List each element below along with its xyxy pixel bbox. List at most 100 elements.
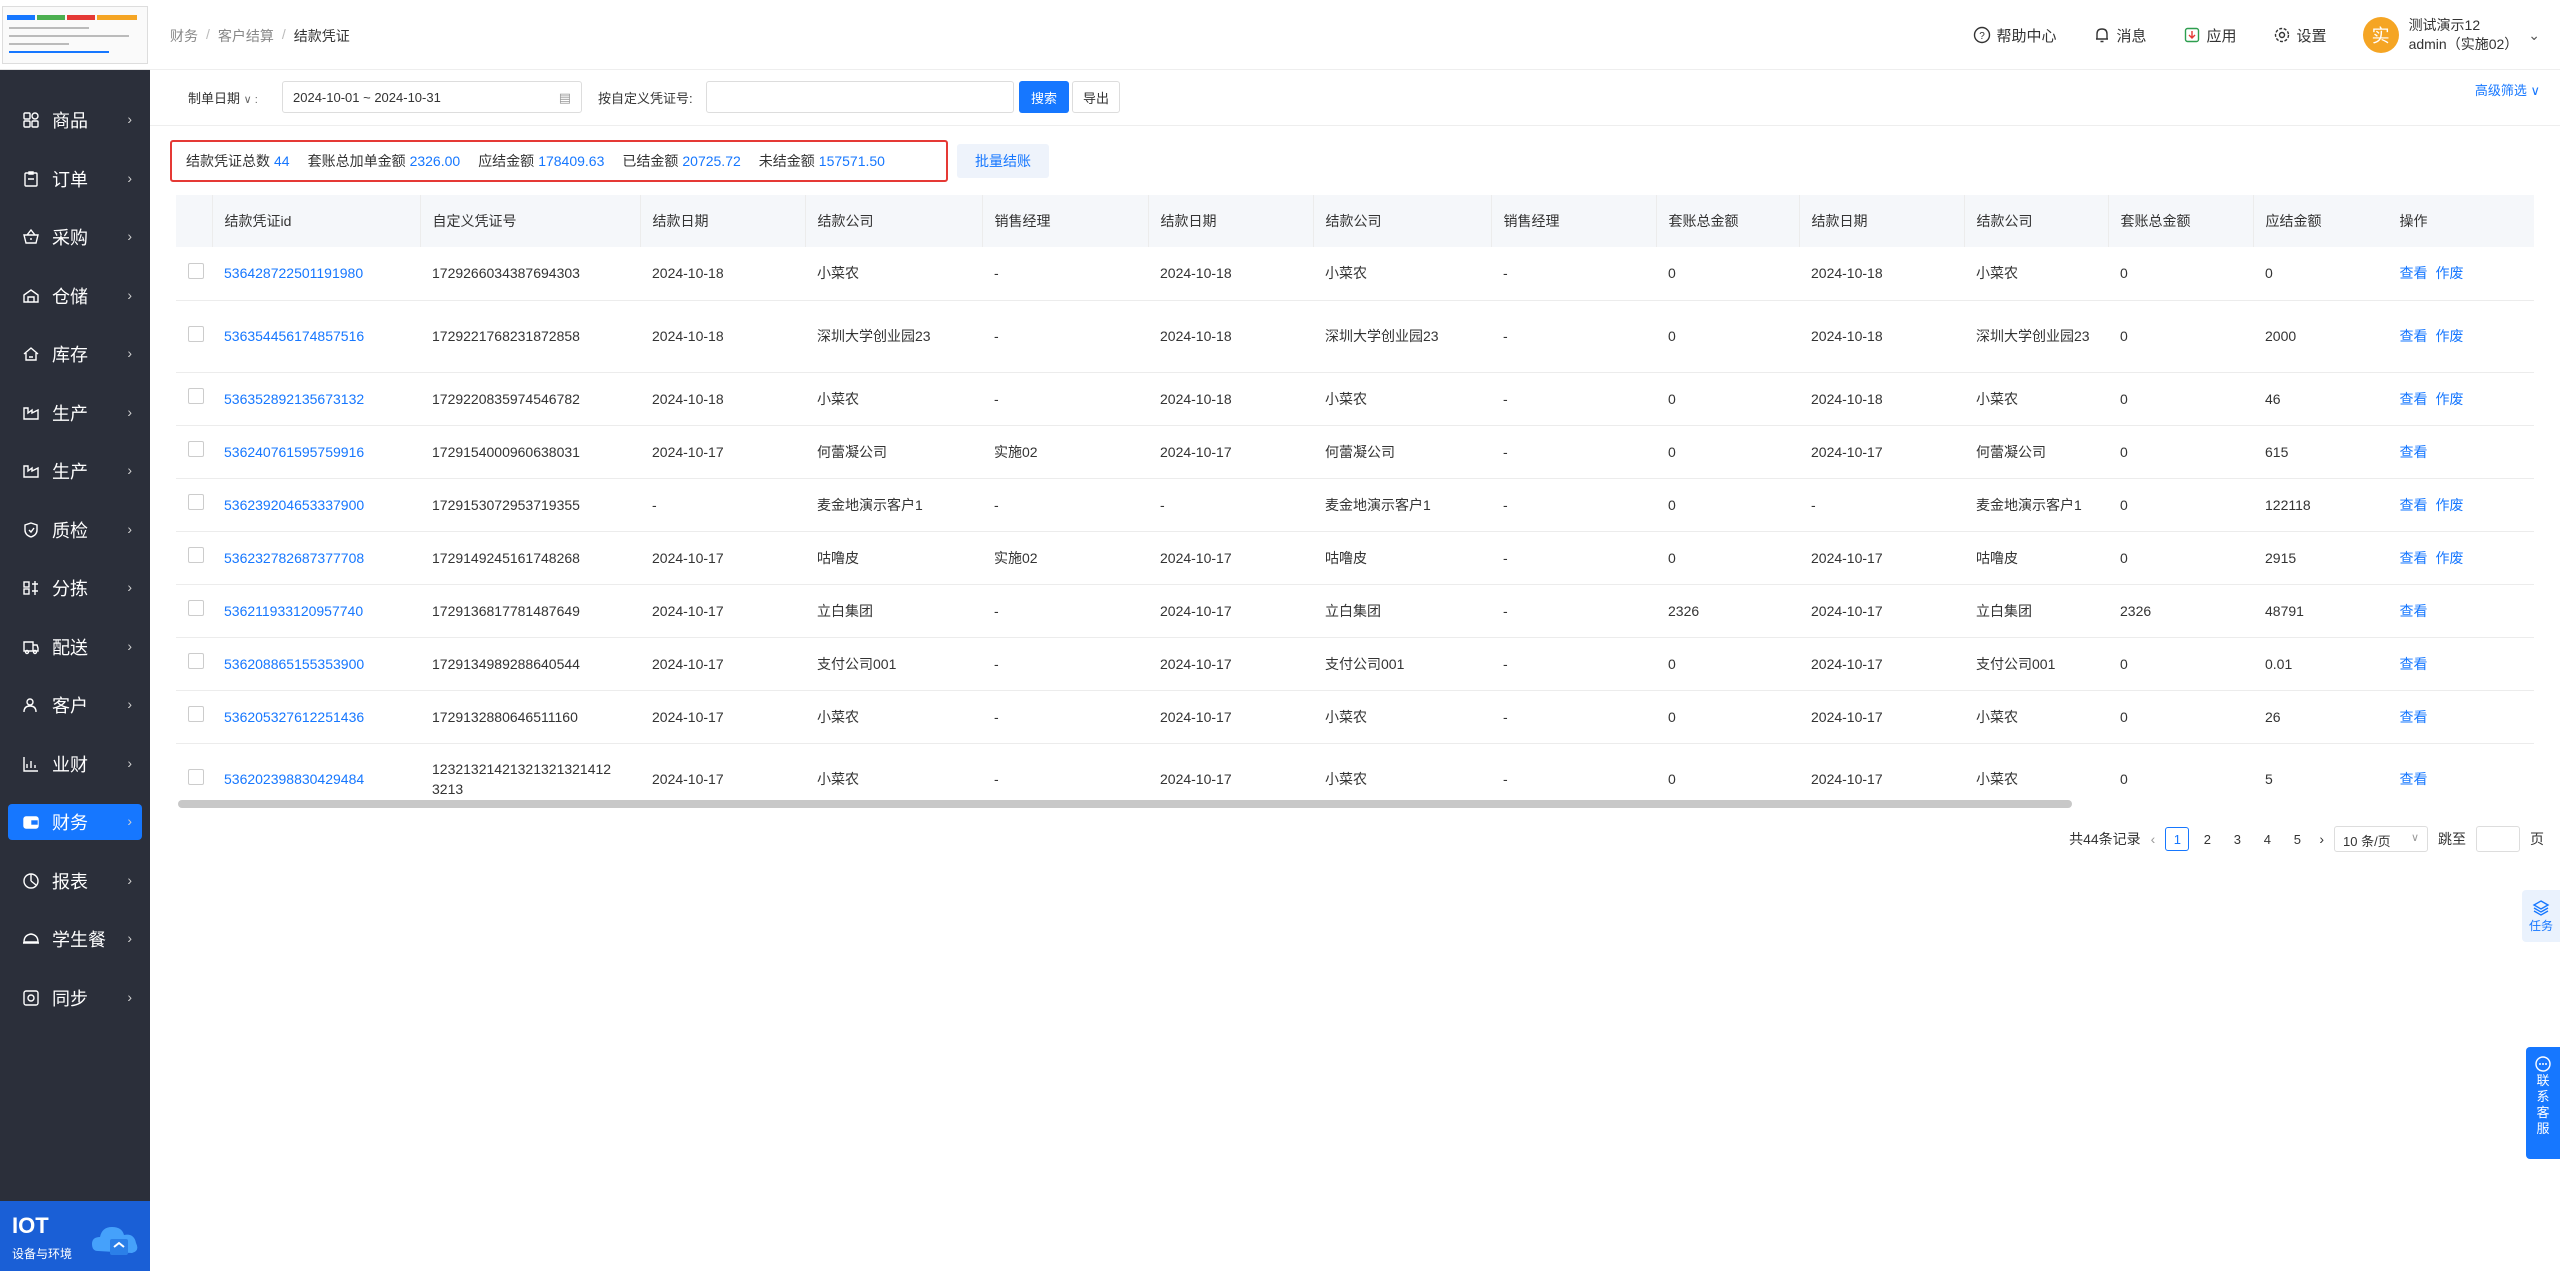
settings-link[interactable]: 设置 xyxy=(2273,25,2327,46)
apps-link[interactable]: 应用 xyxy=(2183,25,2237,46)
sidebar: 商品 › 订单 › 采购 › 仓储 › 库存 › 生产 › 生产 › 质检 › 分拣 › 配送 › 客户 › 业财 › 财务 › 报… xyxy=(0,0,150,1271)
next-page-icon[interactable]: › xyxy=(2319,831,2324,847)
sidebar-item-2[interactable]: 采购 › xyxy=(8,219,142,255)
table-row[interactable]: 536352892135673132 1729220835974546782 202… xyxy=(176,372,2534,426)
page-number[interactable]: 2 xyxy=(2195,827,2219,851)
view-link[interactable]: 查看 xyxy=(2400,550,2428,566)
prev-page-icon[interactable]: ‹ xyxy=(2151,831,2156,847)
row-checkbox[interactable] xyxy=(188,600,204,616)
view-link[interactable]: 查看 xyxy=(2400,656,2428,672)
sidebar-item-13[interactable]: 报表 › xyxy=(8,863,142,899)
row-checkbox[interactable] xyxy=(188,388,204,404)
chevron-right-icon: › xyxy=(127,754,132,771)
table-row[interactable]: 536354456174857516 1729221768231872858 202… xyxy=(176,300,2534,373)
help-center-link[interactable]: ? 帮助中心 xyxy=(1973,25,2057,46)
view-link[interactable]: 查看 xyxy=(2400,603,2428,619)
sidebar-item-3[interactable]: 仓储 › xyxy=(8,278,142,314)
batch-settle-button[interactable]: 批量结账 xyxy=(957,144,1049,178)
goto-page-input[interactable] xyxy=(2476,826,2520,852)
horizontal-scrollbar[interactable] xyxy=(178,800,2072,808)
logo-thumbnail[interactable] xyxy=(0,0,150,70)
actions-cell: 查看 xyxy=(2386,425,2534,479)
voucher-input[interactable] xyxy=(706,81,1014,113)
voucher-id-link[interactable]: 536232782687377708 xyxy=(212,531,420,585)
sidebar-item-4[interactable]: 库存 › xyxy=(8,336,142,372)
iot-banner[interactable]: IOT 设备与环境 xyxy=(0,1201,150,1271)
page-number[interactable]: 4 xyxy=(2255,827,2279,851)
table-row[interactable]: 536240761595759916 1729154000960638031 202… xyxy=(176,425,2534,479)
voucher-id-link[interactable]: 536428722501191980 xyxy=(212,247,420,301)
voucher-id-link[interactable]: 536211933120957740 xyxy=(212,584,420,638)
page-number[interactable]: 1 xyxy=(2165,827,2190,851)
table-row[interactable]: 536232782687377708 1729149245161748268 202… xyxy=(176,531,2534,585)
breadcrumb-finance[interactable]: 财务 xyxy=(170,26,198,46)
voucher-id-link[interactable]: 536240761595759916 xyxy=(212,425,420,479)
row-checkbox[interactable] xyxy=(188,547,204,563)
view-link[interactable]: 查看 xyxy=(2400,391,2428,407)
cell-company1: 咕噜皮 xyxy=(805,531,982,585)
voucher-id-link[interactable]: 536205327612251436 xyxy=(212,690,420,744)
page-size-select[interactable]: 10 条/页 ∨ xyxy=(2334,826,2428,852)
row-checkbox[interactable] xyxy=(188,653,204,669)
row-checkbox[interactable] xyxy=(188,325,204,342)
cell-date2: 2024-10-18 xyxy=(1148,300,1313,373)
table-row[interactable]: 536205327612251436 1729132880646511160 202… xyxy=(176,690,2534,744)
row-checkbox[interactable] xyxy=(188,706,204,722)
advanced-filter-link[interactable]: 高级筛选 ∨ xyxy=(2475,80,2540,99)
sidebar-item-6[interactable]: 生产 › xyxy=(8,453,142,489)
date-type-select[interactable]: 制单日期 ∨ : xyxy=(188,88,258,107)
sidebar-item-0[interactable]: 商品 › xyxy=(8,102,142,138)
date-range-picker[interactable]: 2024-10-01 ~ 2024-10-31 ▤ xyxy=(282,81,582,113)
voucher-table-wrapper: 结款凭证id 自定义凭证号 结款日期 结款公司 销售经理 结款日期 结款公司 销售经理 套账总金… xyxy=(176,195,2534,795)
row-checkbox-cell xyxy=(176,300,212,373)
sidebar-item-10[interactable]: 客户 › xyxy=(8,687,142,723)
task-float-button[interactable]: 任务 xyxy=(2522,890,2560,942)
row-checkbox[interactable] xyxy=(188,441,204,457)
view-link[interactable]: 查看 xyxy=(2400,709,2428,725)
row-checkbox[interactable] xyxy=(188,494,204,510)
sidebar-item-15[interactable]: 同步 › xyxy=(8,980,142,1016)
page-number[interactable]: 5 xyxy=(2285,827,2309,851)
user-menu[interactable]: 实 测试演示12 admin（实施02） ⌄ xyxy=(2362,16,2540,54)
cell-company1: 麦金地演示客户1 xyxy=(805,478,982,532)
table-row[interactable]: 536202398830429484 1232132142132132132141… xyxy=(176,743,2534,795)
voucher-id-link[interactable]: 536239204653337900 xyxy=(212,478,420,532)
sidebar-item-11[interactable]: 业财 › xyxy=(8,746,142,782)
breadcrumb-customer-settlement[interactable]: 客户结算 xyxy=(218,26,274,46)
sidebar-item-14[interactable]: 学生餐 › xyxy=(8,921,142,957)
row-checkbox[interactable] xyxy=(188,768,204,785)
view-link[interactable]: 查看 xyxy=(2400,771,2428,787)
void-link[interactable]: 作废 xyxy=(2436,497,2464,513)
export-button[interactable]: 导出 xyxy=(1072,81,1120,113)
sidebar-item-1[interactable]: 订单 › xyxy=(8,161,142,197)
view-link[interactable]: 查看 xyxy=(2400,444,2428,460)
void-link[interactable]: 作废 xyxy=(2436,391,2464,407)
voucher-id-link[interactable]: 536354456174857516 xyxy=(212,300,420,373)
page-number[interactable]: 3 xyxy=(2225,827,2249,851)
sidebar-item-9[interactable]: 配送 › xyxy=(8,629,142,665)
sidebar-item-5[interactable]: 生产 › xyxy=(8,395,142,431)
messages-link[interactable]: 消息 xyxy=(2093,25,2147,46)
void-link[interactable]: 作废 xyxy=(2436,328,2464,344)
voucher-id-link[interactable]: 536352892135673132 xyxy=(212,372,420,426)
table-row[interactable]: 536239204653337900 1729153072953719355- 麦金… xyxy=(176,478,2534,532)
void-link[interactable]: 作废 xyxy=(2436,550,2464,566)
search-button[interactable]: 搜索 xyxy=(1019,81,1069,113)
cell-company2: 何蕾凝公司 xyxy=(1313,425,1491,479)
void-link[interactable]: 作废 xyxy=(2436,265,2464,281)
iot-title: IOT xyxy=(12,1213,49,1238)
view-link[interactable]: 查看 xyxy=(2400,328,2428,344)
customer-service-button[interactable]: 联 系 客 服 xyxy=(2526,1047,2560,1159)
sidebar-item-8[interactable]: 分拣 › xyxy=(8,570,142,606)
view-link[interactable]: 查看 xyxy=(2400,265,2428,281)
table-row[interactable]: 536428722501191980 1729266034387694303 202… xyxy=(176,247,2534,301)
cell-company1: 深圳大学创业园23 xyxy=(805,300,982,373)
view-link[interactable]: 查看 xyxy=(2400,497,2428,513)
sidebar-item-7[interactable]: 质检 › xyxy=(8,512,142,548)
row-checkbox[interactable] xyxy=(188,262,204,279)
sidebar-item-12[interactable]: 财务 › xyxy=(8,804,142,840)
voucher-id-link[interactable]: 536202398830429484 xyxy=(212,743,420,795)
table-row[interactable]: 536211933120957740 1729136817781487649 202… xyxy=(176,584,2534,638)
voucher-id-link[interactable]: 536208865155353900 xyxy=(212,637,420,691)
table-row[interactable]: 536208865155353900 1729134989288640544 202… xyxy=(176,637,2534,691)
